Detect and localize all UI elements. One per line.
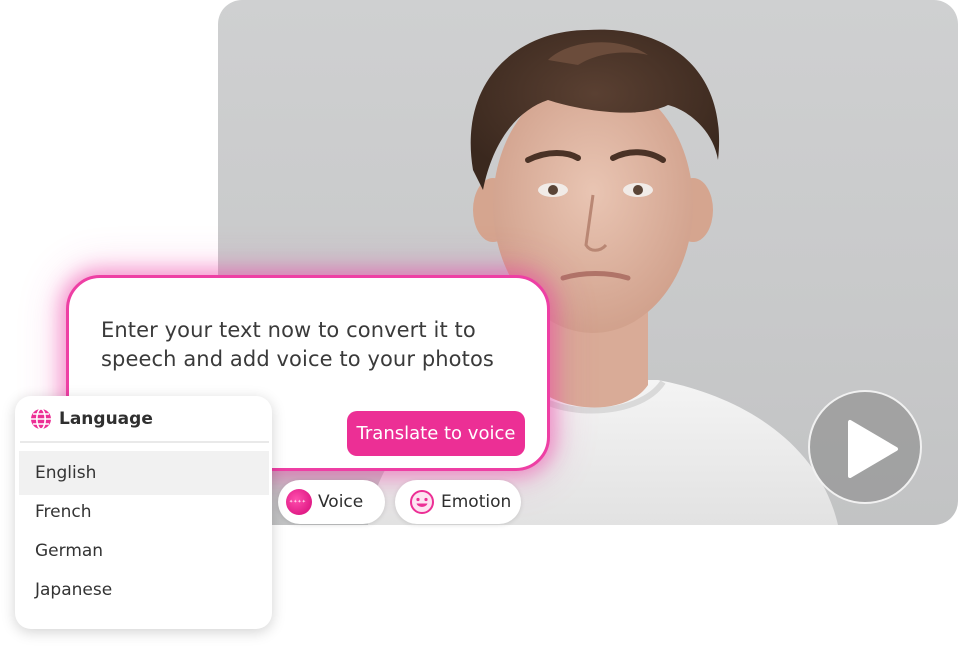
smiley-icon [410,490,434,514]
voice-chip[interactable]: ✦✦✦✦ Voice [278,480,385,524]
voice-chip-label: Voice [318,492,364,512]
play-icon [848,420,898,478]
translate-to-voice-button[interactable]: Translate to voice [347,411,525,456]
language-option-english[interactable]: English [19,451,269,495]
language-option-german[interactable]: German [19,529,269,573]
emotion-chip-label: Emotion [441,492,512,512]
language-header: Language [15,396,272,441]
app-stage: Enter your text now to convert it to spe… [0,0,958,648]
voice-avatar-icon: ✦✦✦✦ [286,489,312,515]
language-title: Language [59,408,153,429]
language-dropdown: Language English French German Japanese [15,396,272,629]
emotion-chip[interactable]: Emotion [395,480,521,524]
globe-icon [31,407,51,430]
prompt-line-1: Enter your text now to convert it to [101,318,476,342]
language-divider [20,441,269,443]
prompt-text[interactable]: Enter your text now to convert it to spe… [101,316,521,374]
language-option-japanese[interactable]: Japanese [19,568,269,612]
play-button[interactable] [808,390,922,504]
language-option-french[interactable]: French [19,490,269,534]
prompt-line-2: speech and add voice to your photos [101,347,494,371]
